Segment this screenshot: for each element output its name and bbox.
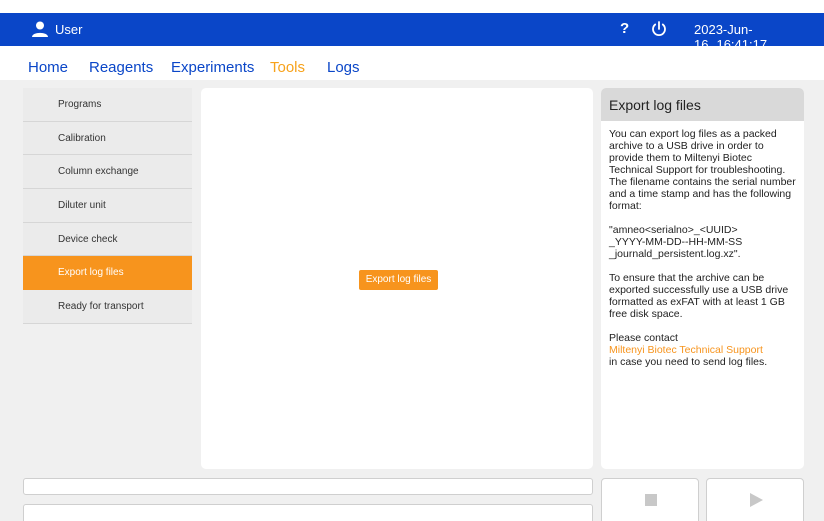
tab-experiments[interactable]: Experiments bbox=[171, 59, 254, 76]
play-button[interactable] bbox=[706, 478, 804, 521]
user-name[interactable]: User bbox=[55, 22, 82, 37]
power-icon[interactable] bbox=[650, 20, 668, 38]
format-line-1: "amneo<serialno>_<UUID> bbox=[609, 224, 738, 236]
help-paragraph-intro: You can export log files as a packed arc… bbox=[609, 128, 796, 212]
tab-reagents[interactable]: Reagents bbox=[89, 59, 153, 76]
main-panel: Export log files bbox=[201, 88, 593, 469]
help-body: You can export log files as a packed arc… bbox=[601, 121, 804, 368]
help-title: Export log files bbox=[601, 88, 804, 121]
top-bar: User ? 2023-Jun-16 16:41:17 bbox=[0, 13, 824, 52]
sidebar-item-diluter-unit[interactable]: Diluter unit bbox=[23, 189, 192, 223]
help-paragraph-format: "amneo<serialno>_<UUID> _YYYY-MM-DD--HH-… bbox=[609, 224, 796, 260]
main-nav: Home Reagents Experiments Tools Logs bbox=[0, 46, 824, 80]
format-line-3: _journald_persistent.log.xz". bbox=[609, 248, 741, 260]
status-bar bbox=[23, 478, 593, 495]
tab-logs[interactable]: Logs bbox=[327, 59, 360, 76]
sidebar-item-programs[interactable]: Programs bbox=[23, 88, 192, 122]
stop-button[interactable] bbox=[601, 478, 699, 521]
tab-tools[interactable]: Tools bbox=[270, 59, 305, 76]
contact-prefix: Please contact bbox=[609, 332, 678, 344]
user-icon[interactable] bbox=[31, 20, 49, 38]
format-line-2: _YYYY-MM-DD--HH-MM-SS bbox=[609, 236, 743, 248]
progress-panel bbox=[23, 504, 593, 521]
help-panel: Export log files You can export log file… bbox=[601, 88, 804, 469]
sidebar-item-device-check[interactable]: Device check bbox=[23, 223, 192, 257]
tab-home[interactable]: Home bbox=[28, 59, 68, 76]
sidebar-item-column-exchange[interactable]: Column exchange bbox=[23, 155, 192, 190]
help-paragraph-usb: To ensure that the archive can be export… bbox=[609, 272, 789, 320]
contact-suffix: in case you need to send log files. bbox=[609, 356, 768, 368]
tools-sidebar: Programs Calibration Column exchange Dil… bbox=[23, 88, 192, 324]
sidebar-item-export-log-files[interactable]: Export log files bbox=[23, 256, 192, 291]
help-paragraph-contact: Please contact Miltenyi Biotec Technical… bbox=[609, 332, 796, 368]
help-icon[interactable]: ? bbox=[620, 20, 629, 37]
sidebar-item-ready-for-transport[interactable]: Ready for transport bbox=[23, 290, 192, 324]
play-icon bbox=[750, 493, 763, 507]
support-link[interactable]: Miltenyi Biotec Technical Support bbox=[609, 344, 796, 356]
stop-icon bbox=[645, 494, 657, 506]
export-log-files-button[interactable]: Export log files bbox=[359, 270, 438, 290]
sidebar-item-calibration[interactable]: Calibration bbox=[23, 122, 192, 156]
